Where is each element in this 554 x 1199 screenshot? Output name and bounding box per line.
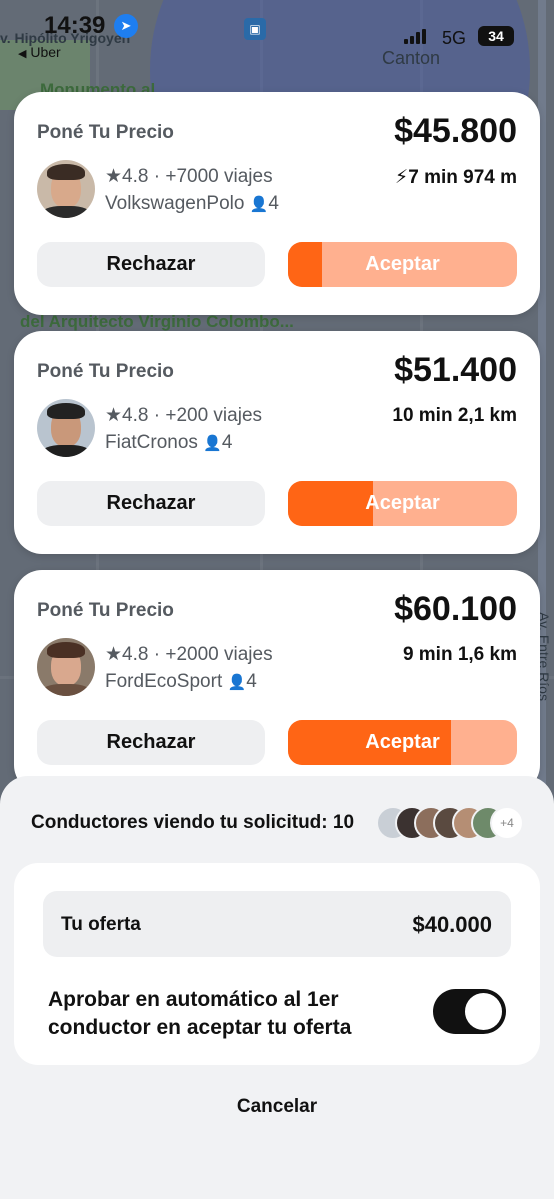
location-arrow-icon: ➤ (114, 14, 138, 38)
offer-title: Poné Tu Precio (37, 361, 174, 382)
status-bar: 14:39 ➤ ◀ Uber ▣ 5G 34 (0, 0, 554, 62)
auto-approve-label: Aprobar en automático al 1er conductor e… (48, 988, 352, 1039)
person-icon: 👤 (249, 196, 269, 213)
battery-icon: 34 (478, 26, 514, 46)
car-info: VolkswagenPolo 👤4 (105, 193, 279, 215)
accept-label: Aceptar (365, 253, 440, 275)
eta-info: 10 min 2,1 km (392, 405, 517, 427)
offer-card: Poné Tu Precio $45.800 ★4.8 · +7000 viaj… (14, 92, 540, 315)
driver-avatar (37, 399, 95, 457)
reject-button[interactable]: Rechazar (37, 720, 265, 765)
your-offer-value: $40.000 (412, 912, 492, 937)
back-app-label: Uber (30, 44, 61, 60)
clock: 14:39 (44, 12, 106, 39)
your-offer-label: Tu oferta (61, 914, 141, 935)
star-icon: ★ (105, 405, 123, 426)
offer-card: Poné Tu Precio $51.400 ★4.8 · +200 viaje… (14, 331, 540, 554)
lightning-icon: ⚡ (394, 167, 409, 188)
seat-count: 4 (246, 671, 257, 692)
driver-rating: ★4.8 · +200 viajes (105, 405, 263, 426)
offer-price: $60.100 (394, 590, 517, 628)
person-icon: 👤 (203, 435, 222, 452)
back-arrow-icon: ◀ (18, 48, 27, 60)
auto-approve-toggle[interactable] (433, 989, 506, 1034)
driver-avatar (37, 638, 95, 696)
trip-count: +2000 viajes (165, 644, 273, 665)
offer-panel: Tu oferta $40.000 Aprobar en automático … (14, 863, 540, 1065)
signal-icon (404, 28, 426, 44)
car-info: FiatCronos 👤4 (105, 432, 232, 454)
rating-value: 4.8 (122, 166, 149, 187)
seat-count: 4 (268, 193, 279, 214)
offer-title: Poné Tu Precio (37, 122, 174, 143)
eta-text: 7 min 974 m (408, 167, 517, 188)
network-type: 5G (442, 28, 467, 48)
request-sheet: Conductores viendo tu solicitud: 10 +4 T… (0, 776, 554, 1199)
toggle-knob (465, 993, 502, 1030)
person-icon: 👤 (227, 674, 247, 691)
bus-stop-icon: ▣ (244, 18, 266, 40)
rating-value: 4.8 (122, 405, 149, 426)
accept-label: Aceptar (365, 731, 440, 753)
eta-info: ⚡7 min 974 m (395, 166, 517, 189)
driver-avatar (37, 160, 95, 218)
your-offer-row[interactable]: Tu oferta $40.000 (43, 891, 511, 957)
eta-text: 10 min 2,1 km (392, 405, 517, 426)
map-label-architect: del Arquitecto Virginio Colombo... (20, 312, 294, 331)
trip-count: +200 viajes (165, 405, 263, 426)
rating-value: 4.8 (122, 644, 149, 665)
driver-rating: ★4.8 · +2000 viajes (105, 644, 273, 665)
car-info: FordEcoSport 👤4 (105, 671, 257, 693)
offer-price: $51.400 (394, 351, 517, 389)
more-viewers-badge: +4 (490, 806, 524, 840)
star-icon: ★ (105, 644, 123, 665)
offer-card: Poné Tu Precio $60.100 ★4.8 · +2000 viaj… (14, 570, 540, 793)
viewer-avatar-stack: +4 (376, 806, 526, 840)
car-model: VolkswagenPolo (105, 193, 245, 214)
offer-price: $45.800 (394, 112, 517, 150)
eta-text: 9 min 1,6 km (402, 644, 517, 665)
accept-button[interactable]: Aceptar (288, 242, 517, 287)
eta-info: 9 min 1,6 km (403, 644, 517, 666)
accept-label: Aceptar (365, 492, 440, 514)
back-to-uber-link[interactable]: ◀ Uber (18, 44, 61, 60)
star-icon: ★ (105, 166, 123, 187)
accept-button[interactable]: Aceptar (288, 481, 517, 526)
accept-button[interactable]: Aceptar (288, 720, 517, 765)
drivers-viewing-label: Conductores viendo tu solicitud: 10 (31, 812, 355, 833)
offer-title: Poné Tu Precio (37, 600, 174, 621)
car-model: FordEcoSport (105, 671, 223, 692)
car-model: FiatCronos (105, 432, 198, 453)
cancel-button[interactable]: Cancelar (0, 1096, 554, 1118)
driver-rating: ★4.8 · +7000 viajes (105, 166, 273, 187)
trip-count: +7000 viajes (165, 166, 273, 187)
seat-count: 4 (221, 432, 233, 453)
reject-button[interactable]: Rechazar (37, 242, 265, 287)
reject-button[interactable]: Rechazar (37, 481, 265, 526)
